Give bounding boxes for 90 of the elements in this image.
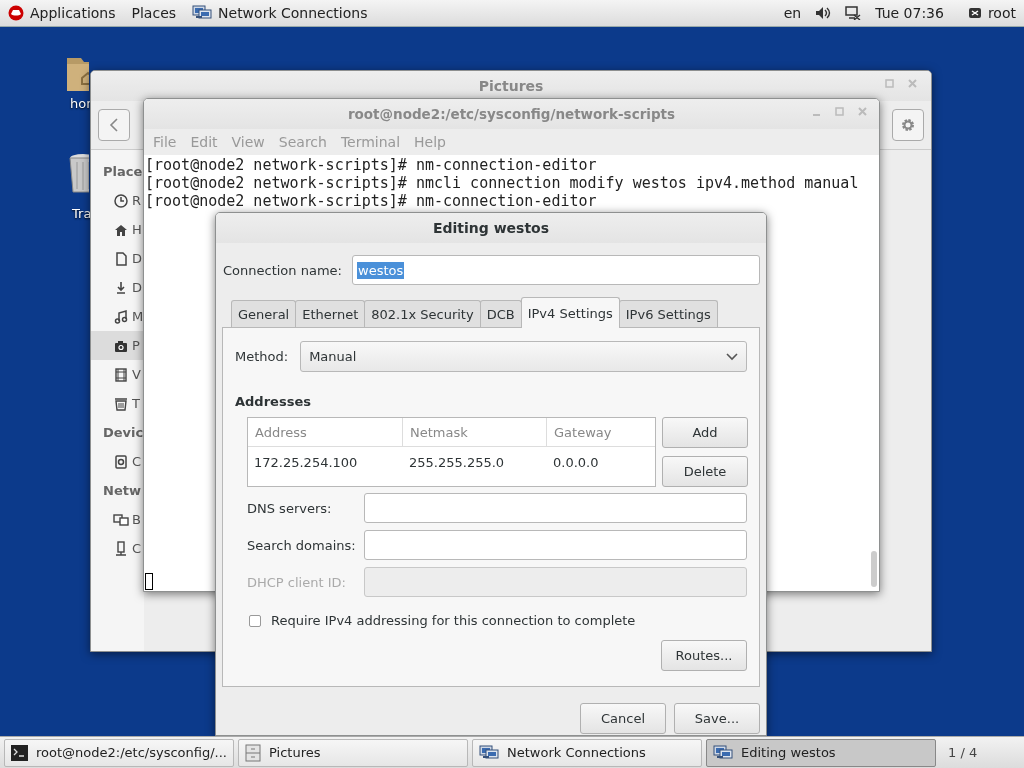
app-menu[interactable]: Network Connections bbox=[218, 5, 368, 21]
checkbox[interactable] bbox=[249, 614, 261, 627]
taskbar-item[interactable]: root@node2:/etc/sysconfig/... bbox=[4, 738, 234, 767]
user-menu[interactable]: root bbox=[987, 5, 1016, 21]
scrollbar[interactable] bbox=[871, 551, 877, 587]
sidebar-item[interactable]: H bbox=[91, 215, 144, 244]
computer-icon bbox=[113, 540, 129, 557]
volume-icon[interactable] bbox=[815, 6, 832, 20]
caret-icon bbox=[726, 352, 738, 361]
column-header[interactable]: Netmask bbox=[403, 418, 547, 446]
input-field[interactable] bbox=[364, 493, 747, 523]
workspace-indicator[interactable]: 1 / 4 bbox=[948, 745, 978, 760]
field-label: DHCP client ID: bbox=[247, 574, 347, 590]
sidebar-item[interactable]: V bbox=[91, 360, 144, 389]
input-field[interactable] bbox=[364, 567, 747, 597]
close-icon[interactable] bbox=[908, 79, 917, 88]
desktop-icon-label[interactable]: Tra bbox=[72, 206, 92, 221]
back-button[interactable] bbox=[98, 109, 130, 141]
settings-icon bbox=[900, 117, 916, 133]
input-field[interactable] bbox=[364, 530, 747, 560]
desktop-icon-label[interactable]: hor bbox=[70, 96, 92, 111]
taskbar-item[interactable]: Editing westos bbox=[706, 738, 936, 767]
save-button[interactable]: Save... bbox=[674, 703, 760, 734]
maximize-icon[interactable] bbox=[885, 79, 894, 88]
section-heading: Addresses bbox=[235, 394, 312, 409]
sidebar-heading: Devic bbox=[103, 425, 144, 440]
table-cell-text: 172.25.254.100 bbox=[253, 454, 359, 470]
sidebar-item[interactable]: B bbox=[91, 505, 144, 534]
network-icon bbox=[479, 744, 499, 761]
add-button[interactable]: Add bbox=[662, 417, 748, 448]
sidebar-item[interactable]: C bbox=[91, 447, 144, 476]
terminal-line: [root@node2 network-scripts]# nmcli connection modify westos ipv4.method manual bbox=[145, 174, 860, 192]
field-label: DNS servers: bbox=[247, 500, 333, 516]
sidebar-item[interactable]: D bbox=[91, 273, 144, 302]
tab[interactable]: IPv4 Settings bbox=[520, 297, 620, 328]
document-icon bbox=[113, 250, 129, 267]
field-label: Method: bbox=[235, 349, 289, 364]
music-icon bbox=[113, 308, 129, 325]
cancel-button[interactable]: Cancel bbox=[580, 703, 666, 734]
settings-button[interactable] bbox=[892, 109, 924, 141]
sidebar-heading: Netw bbox=[103, 483, 141, 498]
sidebar-item[interactable]: R bbox=[91, 186, 144, 215]
trash-icon[interactable] bbox=[68, 152, 89, 194]
hat-icon bbox=[8, 5, 24, 21]
field-label: Search domains: bbox=[247, 537, 357, 553]
sidebar-item[interactable]: T bbox=[91, 389, 144, 418]
column-header[interactable]: Address bbox=[248, 418, 403, 446]
keyboard-layout[interactable]: en bbox=[783, 5, 802, 21]
wired-network-icon[interactable] bbox=[845, 6, 862, 20]
taskbar-item[interactable]: Network Connections bbox=[472, 738, 702, 767]
sidebar-item[interactable]: D bbox=[91, 244, 144, 273]
network-icon bbox=[192, 5, 213, 21]
sidebar-item[interactable]: C bbox=[91, 534, 144, 563]
window-title: root@node2:/etc/sysconfig/network-scripts bbox=[347, 106, 676, 122]
terminal-cursor bbox=[145, 573, 153, 590]
close-icon[interactable] bbox=[858, 107, 867, 116]
terminal-line: [root@node2 network-scripts]# nm-connection-editor bbox=[145, 192, 598, 210]
maximize-icon[interactable] bbox=[835, 107, 844, 116]
method-dropdown[interactable]: Manual bbox=[300, 341, 747, 372]
drive-icon bbox=[113, 453, 129, 470]
routes-button[interactable]: Routes... bbox=[661, 640, 747, 671]
terminal-line: [root@node2 network-scripts]# nm-connection-editor bbox=[145, 156, 598, 174]
applications-menu[interactable]: Applications bbox=[30, 5, 116, 21]
trash-icon bbox=[113, 395, 129, 412]
clock-icon bbox=[113, 192, 129, 209]
taskbar-item[interactable]: Pictures bbox=[238, 738, 468, 767]
delete-button[interactable]: Delete bbox=[662, 456, 748, 487]
computers-icon bbox=[113, 511, 129, 528]
places-menu[interactable]: Places bbox=[131, 5, 177, 21]
window-title: Pictures bbox=[478, 78, 544, 94]
film-icon bbox=[113, 366, 129, 383]
tab[interactable]: 802.1x Security bbox=[364, 300, 481, 327]
checkbox-label[interactable]: Require IPv4 addressing for this connection to complete bbox=[271, 613, 636, 628]
tab[interactable]: General bbox=[231, 300, 297, 327]
tab[interactable]: IPv6 Settings bbox=[618, 300, 718, 327]
terminal-icon bbox=[11, 744, 29, 761]
sidebar-item[interactable]: M bbox=[91, 302, 144, 331]
table-cell-text: 255.255.255.0 bbox=[408, 454, 506, 470]
sidebar-item[interactable]: P bbox=[91, 331, 144, 360]
clock[interactable]: Tue 07:36 bbox=[875, 5, 944, 21]
tab[interactable]: Ethernet bbox=[295, 300, 366, 327]
field-label: Connection name: bbox=[222, 262, 343, 278]
dialog-title: Editing westos bbox=[432, 220, 550, 236]
back-icon bbox=[109, 118, 119, 132]
sidebar-heading: Place bbox=[103, 164, 143, 179]
network-icon bbox=[713, 744, 733, 761]
table-cell-text: 0.0.0.0 bbox=[552, 454, 600, 470]
file-cabinet-icon bbox=[245, 743, 261, 762]
tab[interactable]: DCB bbox=[479, 300, 522, 327]
column-header[interactable]: Gateway bbox=[547, 418, 655, 446]
